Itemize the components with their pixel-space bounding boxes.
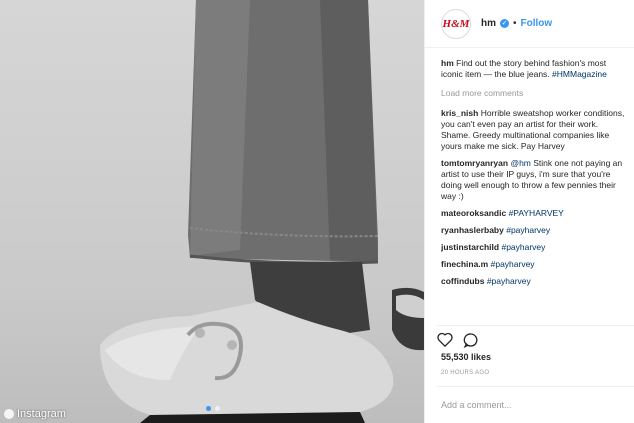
avatar[interactable]: H&M [441,8,471,39]
post-photo[interactable]: Instagram [0,0,424,423]
post-side-panel: H&M hm ✓ • Follow hm Find out the story … [424,0,634,423]
add-comment-bar [437,386,634,423]
comment-username[interactable]: kris_nish [441,108,478,118]
copyright-icon [4,409,14,419]
list-item: coffindubs #payharvey [441,276,627,287]
carousel-dot [206,406,211,411]
verified-badge-icon: ✓ [500,19,509,28]
comment-username[interactable]: tomtomryanryan [441,158,508,168]
carousel-indicator [206,406,220,411]
heart-icon[interactable] [437,332,453,347]
action-bar [437,325,634,349]
post-header: H&M hm ✓ • Follow [425,0,634,48]
comment-mention[interactable]: @hm [510,158,530,168]
comments-list[interactable]: hm Find out the story behind fashion's m… [441,58,627,320]
comment-hashtag[interactable]: #PAYHARVEY [509,208,564,218]
comment-hashtag[interactable]: #payharvey [491,259,535,269]
post-timestamp: 20 HOURS AGO [441,370,490,376]
list-item: ryanhaslerbaby #payharvey [441,225,627,236]
separator: • [513,18,517,29]
list-item: justinstarchild #payharvey [441,242,627,253]
comment-username[interactable]: mateoroksandic [441,208,506,218]
instagram-credit: Instagram [4,408,66,420]
list-item: kris_nish Horrible sweatshop worker cond… [441,108,627,152]
list-item: mateoroksandic #PAYHARVEY [441,208,627,219]
credit-label: Instagram [17,408,66,420]
load-more-comments-button[interactable]: Load more comments [441,88,627,99]
caption-hashtag[interactable]: #HMMagazine [552,69,607,79]
comment-username[interactable]: ryanhaslerbaby [441,225,504,235]
comment-username[interactable]: coffindubs [441,276,484,286]
comment-username[interactable]: finechina.m [441,259,488,269]
list-item: finechina.m #payharvey [441,259,627,270]
comment-hashtag[interactable]: #payharvey [501,242,545,252]
follow-button[interactable]: Follow [521,18,553,29]
comment-hashtag[interactable]: #payharvey [506,225,550,235]
jeans-loafer-image [100,0,424,423]
comment-hashtag[interactable]: #payharvey [487,276,531,286]
comment-username[interactable]: justinstarchild [441,242,499,252]
comment-icon[interactable] [463,332,479,348]
caption-username[interactable]: hm [441,58,454,68]
carousel-dot [215,406,220,411]
list-item: tomtomryanryan @hm Stink one not paying … [441,158,627,202]
likes-count[interactable]: 55,530 likes [441,352,491,362]
comment-input[interactable] [437,387,634,423]
caption: hm Find out the story behind fashion's m… [441,58,627,80]
author-username[interactable]: hm [481,18,496,29]
